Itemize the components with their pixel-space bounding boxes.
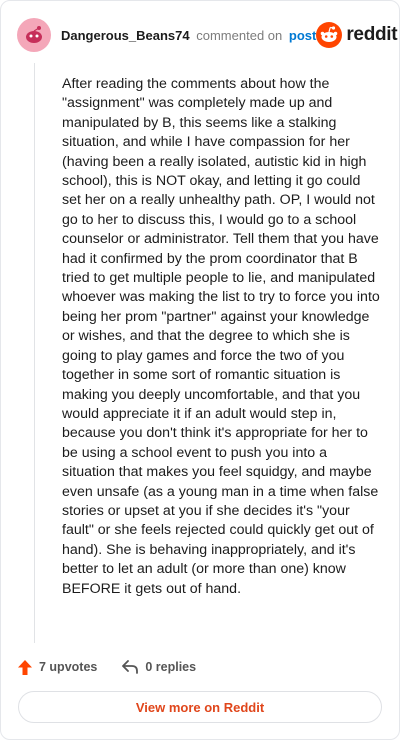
upvote-arrow-icon: [18, 659, 32, 675]
upvote-count: 7 upvotes: [39, 660, 98, 674]
reddit-brand[interactable]: reddit: [316, 22, 398, 48]
comment-card: Dangerous_Beans74 commented on post redd…: [0, 0, 400, 740]
thread-line: [34, 63, 35, 643]
reply-arrow-icon: [122, 660, 139, 674]
reddit-wordmark: reddit: [346, 24, 398, 45]
comment-header: Dangerous_Beans74 commented on post redd…: [17, 17, 398, 53]
avatar[interactable]: [17, 18, 51, 52]
reddit-logo-icon: [316, 22, 343, 48]
post-link[interactable]: post: [289, 28, 316, 43]
reply-count: 0 replies: [145, 660, 197, 674]
upvote-button[interactable]: 7 upvotes: [17, 659, 97, 676]
comment-body: After reading the comments about how the…: [62, 76, 380, 597]
username[interactable]: Dangerous_Beans74: [61, 28, 190, 43]
commented-on-text: commented on: [196, 27, 283, 43]
reply-button[interactable]: 0 replies: [121, 659, 196, 675]
snoo-avatar-icon: [26, 26, 42, 43]
view-more-button[interactable]: View more on Reddit: [18, 691, 382, 723]
comment-actions: 7 upvotes 0 replies: [17, 655, 196, 679]
comment-meta: Dangerous_Beans74 commented on post: [61, 28, 316, 43]
